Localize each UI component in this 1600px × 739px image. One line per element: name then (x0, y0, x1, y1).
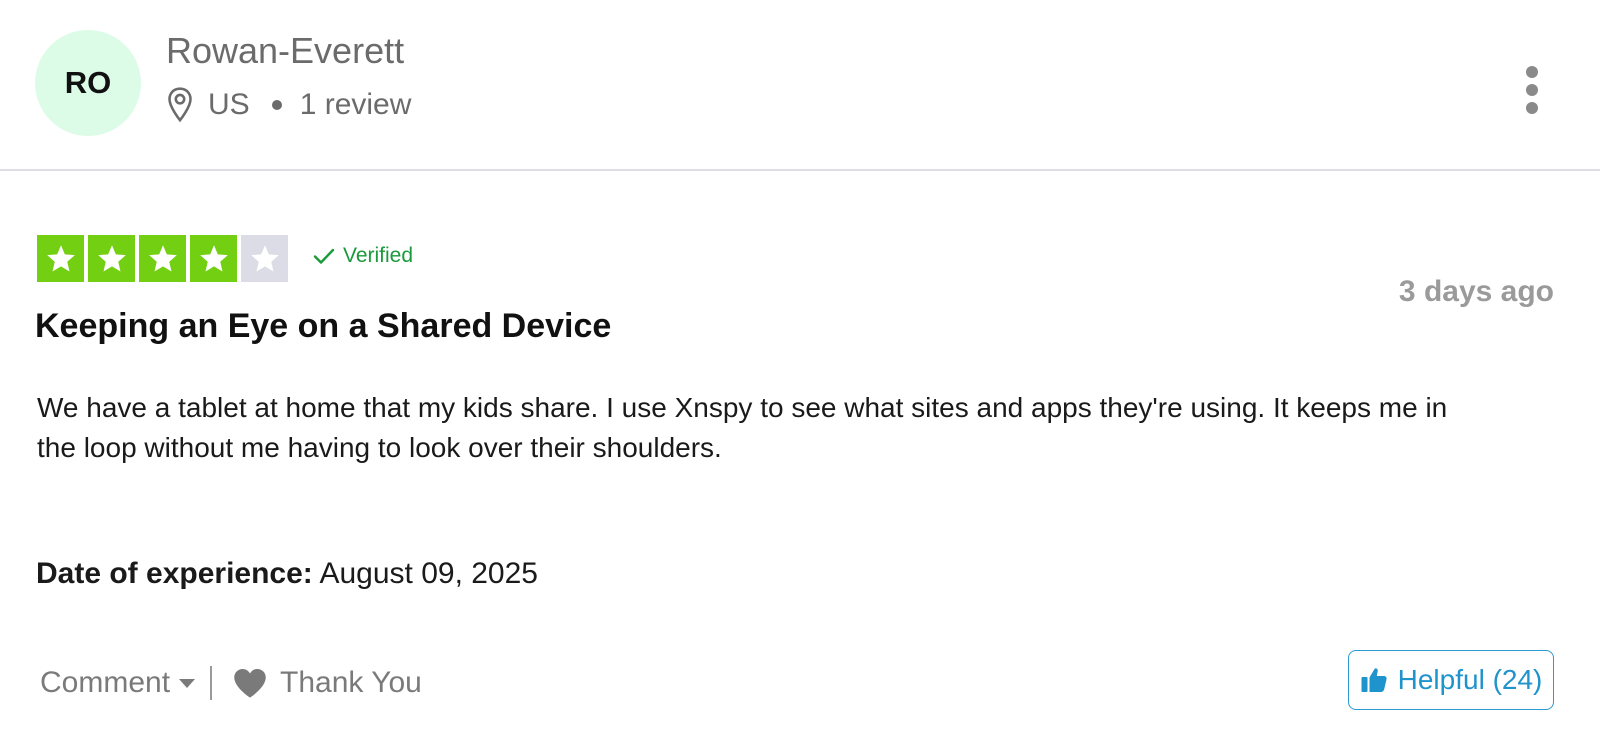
review-count: 1 review (299, 88, 412, 121)
actions-separator (210, 666, 213, 700)
date-value: August 09, 2025 (319, 557, 538, 590)
date-of-experience: Date of experience: August 09, 2025 (36, 557, 538, 591)
separator-dot (271, 100, 282, 110)
check-icon (313, 248, 335, 264)
star-empty-icon (241, 235, 288, 282)
reviewer-name[interactable]: Rowan-Everett (166, 30, 404, 72)
reviewer-meta: US 1 review (166, 86, 411, 124)
verified-label: Verified (343, 244, 414, 267)
heart-icon (234, 668, 266, 698)
star-filled-icon (139, 235, 186, 282)
review-age: 3 days ago (1398, 275, 1554, 308)
caret-down-icon (179, 678, 196, 688)
verified-badge[interactable]: Verified (312, 244, 413, 268)
helpful-button[interactable]: Helpful (24) (1348, 650, 1554, 710)
star-filled-icon (190, 235, 237, 282)
avatar: RO (35, 30, 141, 136)
star-filled-icon (88, 235, 135, 282)
review-body: We have a tablet at home that my kids sh… (37, 392, 1448, 463)
comment-label: Comment (40, 666, 171, 699)
divider (0, 169, 1600, 171)
helpful-label: Helpful (24) (1397, 664, 1543, 695)
star-rating (37, 235, 292, 282)
location-pin-icon (168, 87, 192, 123)
star-filled-icon (37, 235, 84, 282)
date-label: Date of experience: (36, 557, 313, 590)
review-card: RO Rowan-Everett US 1 review Verified 3 … (0, 0, 1600, 739)
review-actions: Comment Thank You (40, 666, 422, 700)
thank-you-label: Thank You (280, 666, 422, 699)
comment-button[interactable]: Comment (40, 666, 196, 700)
reviewer-country: US (208, 88, 250, 121)
more-vertical-icon[interactable] (1520, 66, 1544, 114)
review-title[interactable]: Keeping an Eye on a Shared Device (35, 307, 611, 346)
thumbs-up-icon (1361, 668, 1387, 692)
thank-you-button[interactable]: Thank You (232, 666, 422, 700)
